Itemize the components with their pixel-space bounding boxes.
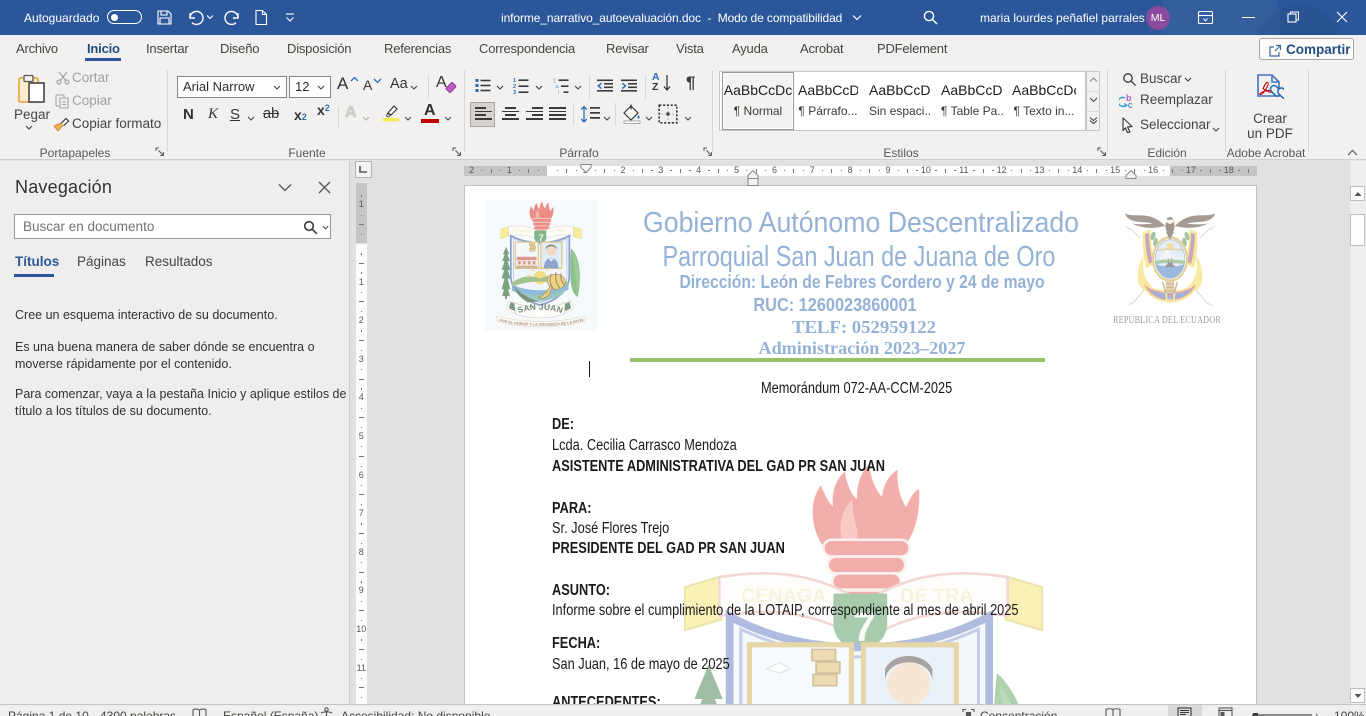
svg-text:3: 3 <box>513 90 516 94</box>
svg-text:c: c <box>1128 100 1133 109</box>
svg-text:i: i <box>558 90 559 95</box>
